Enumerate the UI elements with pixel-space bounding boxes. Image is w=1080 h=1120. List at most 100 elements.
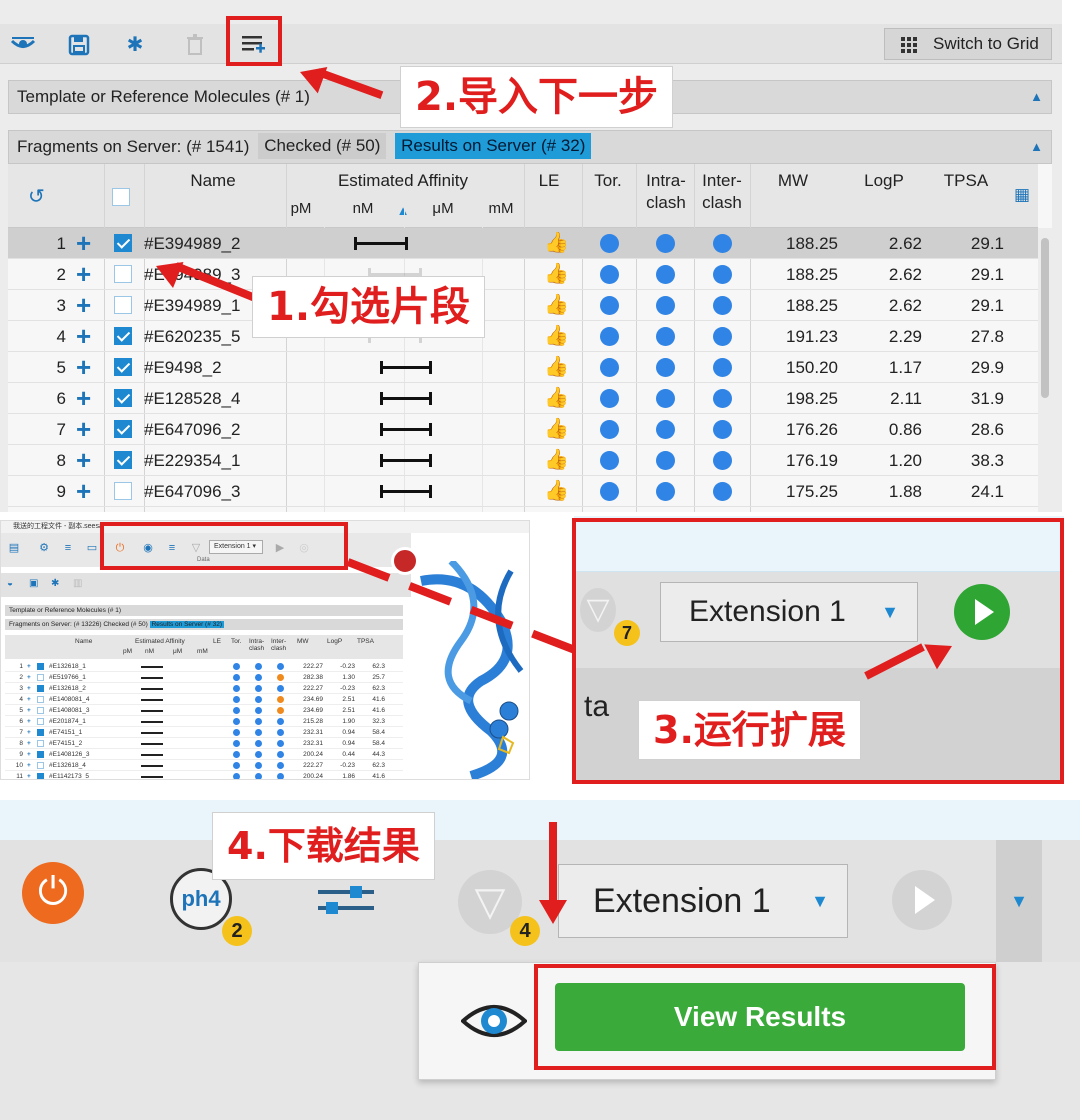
image-icon[interactable]: ▭ [85,541,99,555]
expand-plus-icon[interactable]: + [27,749,31,760]
expand-plus-icon[interactable]: + [27,727,31,738]
row-checkbox[interactable] [37,740,44,747]
table-row[interactable]: 8 + #E229354_1 👍 176.19 1.20 38.3 [8,445,1038,476]
expand-plus-icon[interactable]: + [27,661,31,672]
table-row[interactable]: 3 + #E394989_1 👍 188.25 2.62 29.1 [8,290,1038,321]
expand-plus-icon[interactable]: + [27,694,31,705]
column-mw[interactable]: MW [768,170,818,192]
results-on-server-chip[interactable]: Results on Server (# 32) [395,133,592,159]
vertical-scrollbar[interactable] [1038,228,1052,512]
table-row[interactable]: 7 + #E647096_2 👍 176.26 0.86 28.6 [8,414,1038,445]
file-icon[interactable]: ▤ [7,541,21,555]
save-icon[interactable]: ▣ [29,578,38,589]
expand-plus-icon[interactable]: + [76,228,91,258]
expand-plus-icon[interactable]: + [27,738,31,749]
list-item[interactable]: 8 + #E74151_2 232.31 0.94 58.4 [5,738,403,749]
row-checkbox[interactable] [37,762,44,769]
fragment-name: #E132618_4 [49,762,86,769]
list-item[interactable]: 11 + #E1142173_5 200.24 1.86 41.6 [5,771,403,779]
row-checkbox[interactable] [37,685,44,692]
row-checkbox[interactable] [114,234,132,252]
expand-plus-icon[interactable]: + [76,290,91,320]
undo-icon[interactable]: ↺ [28,186,45,208]
row-checkbox[interactable] [37,718,44,725]
switch-to-grid-label: Switch to Grid [933,34,1039,53]
list-item[interactable]: 1 + #E132618_1 222.27 -0.23 62.3 [5,661,403,672]
list-item[interactable]: 2 + #E519766_1 282.38 1.30 25.7 [5,672,403,683]
row-checkbox[interactable] [37,674,44,681]
table-row[interactable]: 9 + #E647096_3 👍 175.25 1.88 24.1 [8,476,1038,507]
expand-plus-icon[interactable]: + [27,771,31,779]
row-checkbox[interactable] [37,729,44,736]
row-checkbox[interactable] [114,327,132,345]
power-icon[interactable]: ⏻ [22,862,84,924]
inter-clash-dot [277,718,284,725]
select-all-checkbox[interactable] [112,188,130,206]
eye-icon[interactable] [10,32,36,58]
eye-icon[interactable]: ◒ [7,578,13,589]
column-affinity[interactable]: Estimated Affinity [288,170,518,192]
row-checkbox[interactable] [114,389,132,407]
row-checkbox[interactable] [37,707,44,714]
column-tpsa[interactable]: TPSA [936,170,996,192]
trash-icon[interactable] [182,32,208,58]
expand-plus-icon[interactable]: + [76,414,91,444]
mini-checked-chip[interactable]: Checked (# 50) [103,621,147,628]
expand-plus-icon[interactable]: + [76,352,91,382]
row-checkbox[interactable] [114,451,132,469]
results-menu-toggle[interactable]: ▼ [996,840,1042,962]
column-chooser-icon[interactable]: ▦ [1010,184,1034,206]
column-inter-clash[interactable]: Inter-clash [694,170,750,214]
list-item[interactable]: 6 + #E201874_1 215.28 1.90 32.3 [5,716,403,727]
expand-plus-icon[interactable]: + [76,259,91,289]
expand-plus-icon[interactable]: + [76,476,91,506]
expand-plus-icon[interactable]: + [76,383,91,413]
list-item[interactable]: 10 + #E132618_4 222.27 -0.23 62.3 [5,760,403,771]
filter-icon[interactable]: ⚙ [37,541,51,555]
column-intra-clash[interactable]: Intra-clash [638,170,694,214]
molecule-icon[interactable]: ✱ [122,32,148,58]
list-icon[interactable]: ≡ [61,541,75,555]
expand-plus-icon[interactable]: + [76,321,91,351]
sort-up-icon[interactable]: ▲ [394,200,412,222]
row-checkbox[interactable] [114,420,132,438]
sliders-icon[interactable] [318,884,374,918]
mini-results-chip[interactable]: Results on Server (# 32) [149,621,225,628]
extension-dropdown[interactable]: Extension 1 ▼ [558,864,848,938]
table-row[interactable]: 4 + #E620235_5 👍 191.23 2.29 27.8 [8,321,1038,352]
table-row[interactable]: 5 + #E9498_2 👍 150.20 1.17 29.9 [8,352,1038,383]
save-icon[interactable] [66,32,92,58]
list-item[interactable]: 3 + #E132618_2 222.27 -0.23 62.3 [5,683,403,694]
expand-plus-icon[interactable]: + [27,672,31,683]
trash-icon[interactable]: ▥ [73,578,82,589]
list-item[interactable]: 9 + #E1408126_3 200.24 0.44 44.3 [5,749,403,760]
row-checkbox[interactable] [114,296,132,314]
row-checkbox[interactable] [114,358,132,376]
row-checkbox[interactable] [114,265,132,283]
column-le[interactable]: LE [534,170,564,192]
run-extension-button[interactable] [892,870,952,930]
collapse-caret-icon[interactable]: ▲ [1030,81,1043,113]
expand-plus-icon[interactable]: + [27,760,31,771]
column-logp[interactable]: LogP [854,170,914,192]
expand-plus-icon[interactable]: + [27,683,31,694]
column-name[interactable]: Name [148,170,278,192]
expand-plus-icon[interactable]: + [76,445,91,475]
row-checkbox[interactable] [37,773,44,779]
list-item[interactable]: 4 + #E1408081_4 234.69 2.51 41.6 [5,694,403,705]
expand-plus-icon[interactable]: + [27,716,31,727]
eye-icon[interactable] [461,999,527,1043]
expand-plus-icon[interactable]: + [27,705,31,716]
row-checkbox[interactable] [37,751,44,758]
column-tor[interactable]: Tor. [588,170,628,192]
row-checkbox[interactable] [114,482,132,500]
molecule-icon[interactable]: ✱ [51,578,59,589]
table-row[interactable]: 6 + #E128528_4 👍 198.25 2.11 31.9 [8,383,1038,414]
checked-chip[interactable]: Checked (# 50) [258,133,387,159]
switch-to-grid-button[interactable]: Switch to Grid [884,28,1052,60]
row-checkbox[interactable] [37,663,44,670]
collapse-caret-icon[interactable]: ▲ [1030,131,1043,163]
row-checkbox[interactable] [37,696,44,703]
list-item[interactable]: 5 + #E1408081_3 234.69 2.51 41.6 [5,705,403,716]
list-item[interactable]: 7 + #E74151_1 232.31 0.94 58.4 [5,727,403,738]
